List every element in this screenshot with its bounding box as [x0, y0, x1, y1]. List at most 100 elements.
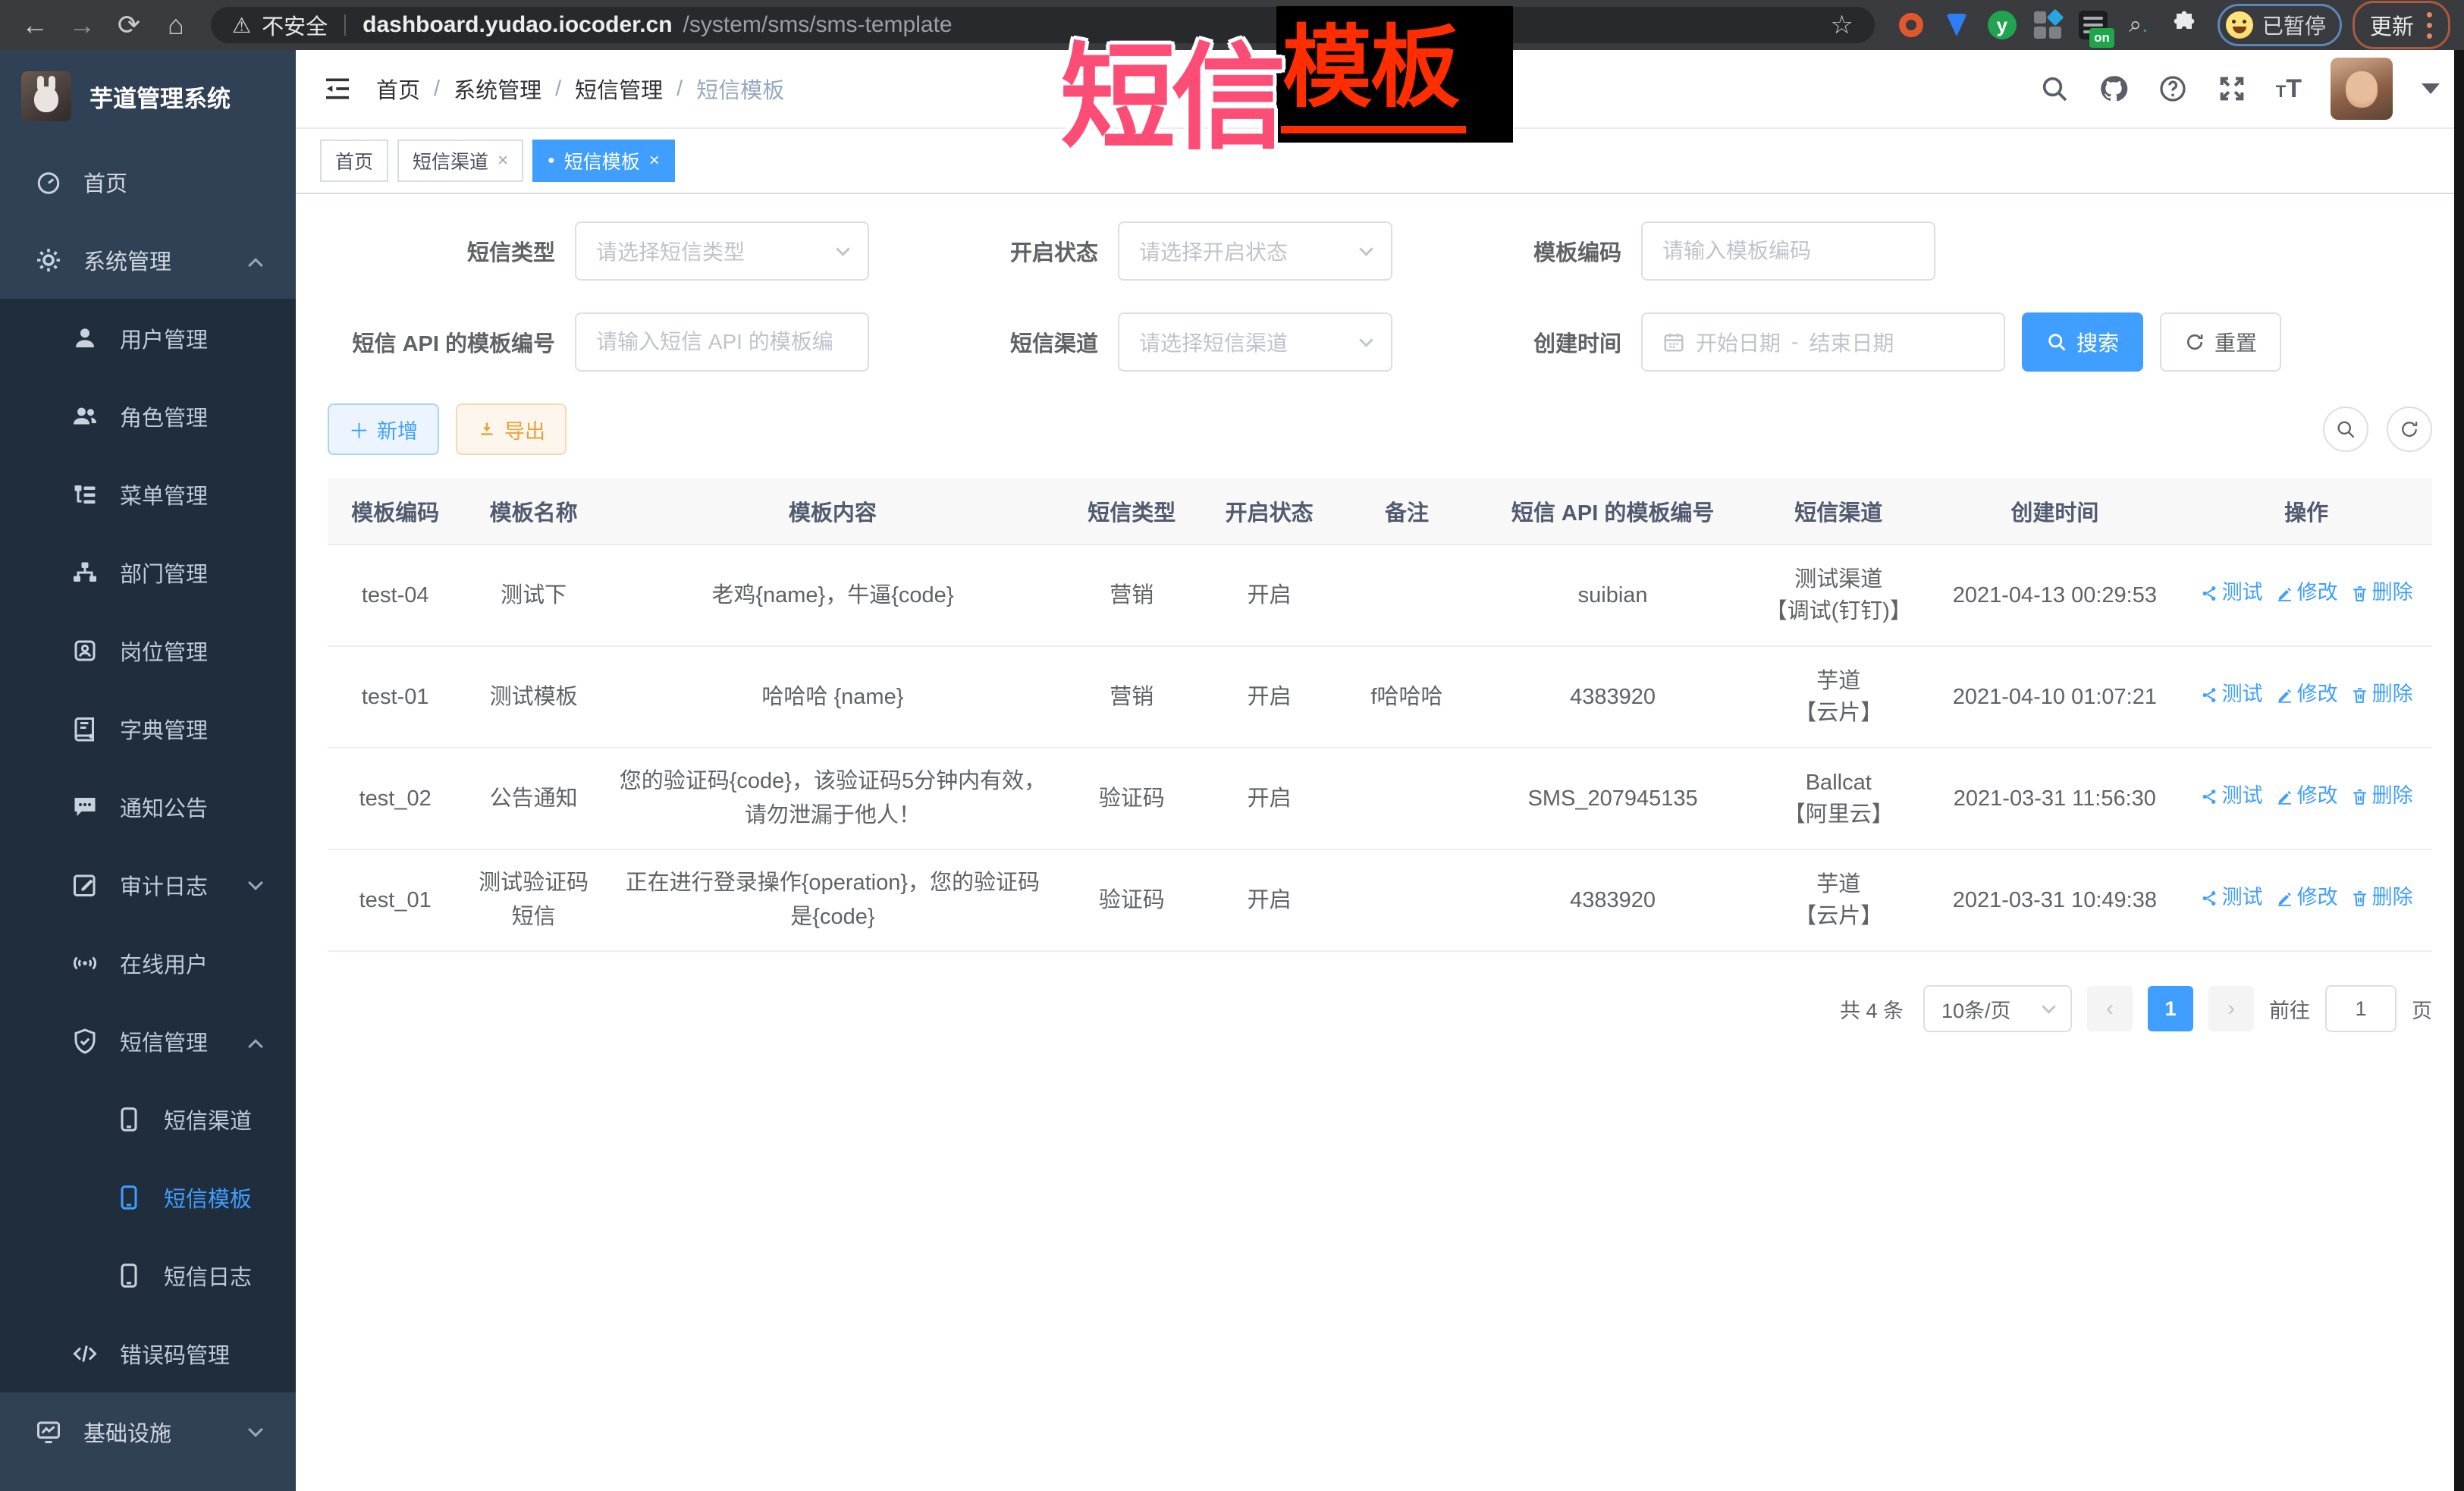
add-button[interactable]: ＋ 新增: [328, 403, 439, 455]
sms-type-select[interactable]: 请选择短信类型: [575, 221, 869, 281]
message-icon: [70, 793, 100, 821]
browser-update-button[interactable]: 更新 •••: [2353, 1, 2450, 50]
user-avatar[interactable]: [2331, 58, 2393, 120]
security-label[interactable]: 不安全: [262, 9, 328, 41]
table-header-row: 模板编码 模板名称 模板内容 短信类型 开启状态 备注 短信 API 的模板编号…: [328, 478, 2432, 545]
page-number-1[interactable]: 1: [2148, 986, 2193, 1031]
breadcrumb-current: 短信模板: [696, 73, 784, 105]
total-count: 共 4 条: [1840, 994, 1904, 1024]
top-navbar: 首页 / 系统管理 / 短信管理 / 短信模板: [296, 50, 2464, 129]
github-icon[interactable]: [2098, 74, 2129, 104]
edit-link[interactable]: 修改: [2275, 679, 2338, 711]
delete-link[interactable]: 删除: [2350, 679, 2413, 711]
sidebar-item-sms[interactable]: 短信管理: [0, 1002, 296, 1080]
test-link[interactable]: 测试: [2200, 882, 2263, 914]
export-button[interactable]: 导出: [456, 403, 567, 455]
browser-home-icon[interactable]: ⌂: [155, 4, 197, 46]
test-link[interactable]: 测试: [2200, 780, 2263, 812]
url-host: dashboard.yudao.iocoder.cn: [363, 12, 672, 38]
sidebar-item-posts[interactable]: 岗位管理: [0, 611, 296, 689]
chevron-up-icon: [248, 1039, 263, 1054]
sidebar-item-online-users[interactable]: 在线用户: [0, 924, 296, 1002]
active-dot-icon: ●: [548, 155, 555, 167]
user-icon: [70, 325, 100, 352]
extension-list-icon[interactable]: on: [2078, 10, 2108, 40]
phone-icon: [114, 1106, 144, 1133]
sidebar-item-infrastructure[interactable]: 基础设施: [0, 1392, 296, 1471]
extension-donut-icon[interactable]: [1896, 10, 1926, 40]
sidebar-item-sms-log[interactable]: 短信日志: [0, 1236, 296, 1314]
sidebar-item-departments[interactable]: 部门管理: [0, 533, 296, 611]
sidebar-collapse-icon[interactable]: [320, 71, 355, 106]
sidebar-item-sms-channel[interactable]: 短信渠道: [0, 1080, 296, 1158]
goto-page-input[interactable]: [2325, 985, 2397, 1032]
close-icon[interactable]: ×: [498, 150, 508, 171]
create-time-label: 创建时间: [1526, 326, 1621, 358]
sidebar: 芋道管理系统 首页 系统管理 用户管: [0, 50, 296, 1491]
sidebar-item-home[interactable]: 首页: [0, 143, 296, 221]
window-edge: [2454, 50, 2464, 1491]
search-icon[interactable]: [2039, 74, 2070, 104]
tab-sms-template[interactable]: ● 短信模板 ×: [532, 140, 675, 182]
page-size-select[interactable]: 10条/页: [1923, 985, 2072, 1032]
browser-menu-icon[interactable]: •••: [2426, 9, 2433, 42]
delete-link[interactable]: 删除: [2350, 882, 2413, 914]
browser-toolbar: ← → ⟳ ⌂ ⚠ 不安全 dashboard.yudao.iocoder.cn…: [0, 0, 2464, 50]
breadcrumb-home[interactable]: 首页: [376, 73, 420, 105]
phone-icon: [114, 1184, 144, 1211]
caret-down-icon[interactable]: [2422, 83, 2440, 94]
close-icon[interactable]: ×: [649, 150, 660, 171]
api-template-id-input[interactable]: [575, 312, 869, 372]
sidebar-item-sms-template[interactable]: 短信模板: [0, 1158, 296, 1236]
extension-y-icon[interactable]: y: [1987, 10, 2017, 40]
edit-link[interactable]: 修改: [2275, 577, 2338, 609]
status-select[interactable]: 请选择开启状态: [1118, 221, 1392, 281]
monitor-chart-icon: [33, 1418, 64, 1445]
sidebar-item-users[interactable]: 用户管理: [0, 299, 296, 377]
status-label: 开启状态: [1003, 235, 1098, 267]
breadcrumb-system[interactable]: 系统管理: [454, 73, 541, 105]
sidebar-item-error-codes[interactable]: 错误码管理: [0, 1314, 296, 1392]
url-path: /system/sms/sms-template: [683, 12, 953, 38]
edit-link[interactable]: 修改: [2275, 780, 2338, 812]
search-button[interactable]: 搜索: [2022, 312, 2143, 372]
sidebar-menu: 首页 系统管理 用户管理: [0, 143, 296, 1491]
delete-link[interactable]: 删除: [2350, 780, 2413, 812]
extensions-puzzle-icon[interactable]: [2169, 10, 2199, 40]
browser-profile-chip[interactable]: 已暂停: [2218, 4, 2342, 46]
toggle-search-button[interactable]: [2323, 406, 2368, 452]
next-page-button[interactable]: ›: [2208, 986, 2254, 1031]
channel-select[interactable]: 请选择短信渠道: [1118, 312, 1392, 372]
prev-page-button[interactable]: ‹: [2087, 986, 2133, 1031]
extension-gem-icon[interactable]: [1941, 10, 1972, 40]
font-size-icon[interactable]: TT: [2276, 74, 2302, 104]
address-bar[interactable]: ⚠ 不安全 dashboard.yudao.iocoder.cn/system/…: [211, 7, 1875, 43]
create-time-range-picker[interactable]: 开始日期 - 结束日期: [1641, 312, 2005, 372]
test-link[interactable]: 测试: [2200, 577, 2263, 609]
sidebar-item-menus[interactable]: 菜单管理: [0, 455, 296, 533]
sms-template-table: 模板编码 模板名称 模板内容 短信类型 开启状态 备注 短信 API 的模板编号…: [328, 478, 2432, 952]
refresh-button[interactable]: [2387, 406, 2432, 452]
delete-link[interactable]: 删除: [2350, 577, 2413, 609]
reset-button[interactable]: 重置: [2160, 312, 2281, 372]
sidebar-item-dict[interactable]: 字典管理: [0, 689, 296, 767]
bookmark-star-icon[interactable]: ☆: [1830, 10, 1853, 40]
extension-grid-icon[interactable]: [2032, 10, 2063, 40]
sidebar-item-audit-log[interactable]: 审计日志: [0, 846, 296, 924]
browser-back-icon[interactable]: ←: [14, 4, 56, 46]
sidebar-item-system[interactable]: 系统管理: [0, 221, 296, 299]
tab-home[interactable]: 首页: [320, 140, 388, 182]
help-icon[interactable]: [2158, 74, 2188, 104]
test-link[interactable]: 测试: [2200, 679, 2263, 711]
tab-sms-channel[interactable]: 短信渠道 ×: [397, 140, 523, 182]
sidebar-item-roles[interactable]: 角色管理: [0, 377, 296, 455]
extension-search-icon[interactable]: ⌕.: [2123, 10, 2154, 40]
browser-forward-icon[interactable]: →: [61, 4, 103, 46]
edit-link[interactable]: 修改: [2275, 882, 2338, 914]
sidebar-item-notices[interactable]: 通知公告: [0, 767, 296, 846]
browser-reload-icon[interactable]: ⟳: [108, 4, 150, 46]
tags-view-bar: 首页 短信渠道 × ● 短信模板 ×: [296, 129, 2464, 194]
breadcrumb-sms[interactable]: 短信管理: [575, 73, 663, 105]
template-code-input[interactable]: [1641, 221, 1935, 281]
fullscreen-icon[interactable]: [2217, 74, 2247, 104]
